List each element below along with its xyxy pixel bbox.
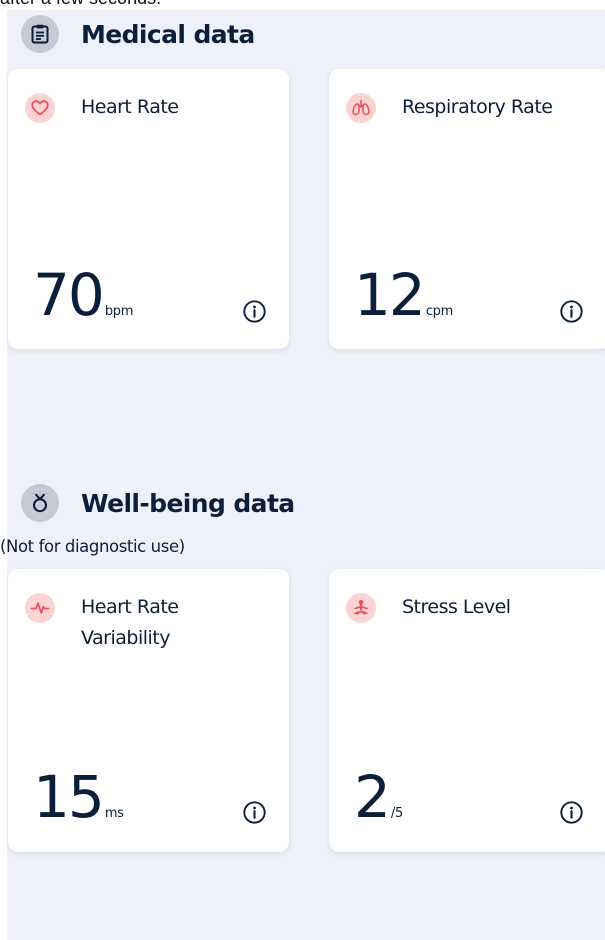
stress-level-unit: /5 bbox=[390, 806, 403, 821]
heart-rate-variability-card[interactable]: Heart Rate Variability 15 ms bbox=[8, 569, 289, 852]
heart-rate-label: Heart Rate bbox=[81, 96, 179, 118]
heart-rate-variability-info-icon[interactable] bbox=[243, 801, 266, 824]
respiratory-rate-value-row: 12 cpm bbox=[354, 266, 453, 324]
heart-rate-value: 70 bbox=[33, 261, 105, 329]
stress-level-value: 2 bbox=[354, 763, 391, 831]
heart-icon bbox=[25, 93, 55, 123]
clipped-top-text: after a few seconds. bbox=[0, 0, 161, 9]
heart-rate-variability-value-row: 15 ms bbox=[33, 768, 124, 826]
meditation-icon bbox=[346, 593, 376, 623]
lungs-icon bbox=[346, 93, 376, 123]
wellbeing-disclaimer: (Not for diagnostic use) bbox=[0, 537, 185, 556]
respiratory-rate-info-icon[interactable] bbox=[560, 300, 583, 323]
heart-rate-variability-value: 15 bbox=[33, 763, 105, 831]
heart-rate-variability-label: Heart Rate Variability bbox=[81, 592, 179, 654]
wellbeing-section-header: Well-being data bbox=[21, 484, 295, 522]
respiratory-rate-card[interactable]: Respiratory Rate 12 cpm bbox=[329, 69, 605, 349]
medical-section-title: Medical data bbox=[81, 19, 255, 49]
stress-level-label: Stress Level bbox=[402, 596, 511, 618]
respiratory-rate-unit: cpm bbox=[425, 304, 453, 319]
heart-rate-variability-label-line2: Variability bbox=[81, 627, 170, 649]
heart-rate-card[interactable]: Heart Rate 70 bpm bbox=[8, 69, 289, 349]
wellbeing-icon bbox=[21, 484, 59, 522]
heart-rate-value-row: 70 bpm bbox=[33, 266, 133, 324]
heart-rate-variability-label-line1: Heart Rate bbox=[81, 596, 179, 618]
stress-level-value-row: 2 /5 bbox=[354, 768, 403, 826]
heart-rate-info-icon[interactable] bbox=[243, 300, 266, 323]
stress-level-info-icon[interactable] bbox=[560, 801, 583, 824]
medical-section-header: Medical data bbox=[21, 15, 255, 53]
pulse-icon bbox=[25, 593, 55, 623]
heart-rate-unit: bpm bbox=[104, 304, 134, 319]
clipboard-icon bbox=[21, 15, 59, 53]
respiratory-rate-value: 12 bbox=[354, 261, 426, 329]
stress-level-card[interactable]: Stress Level 2 /5 bbox=[329, 569, 605, 852]
respiratory-rate-label: Respiratory Rate bbox=[402, 96, 553, 118]
wellbeing-section-title: Well-being data bbox=[81, 488, 295, 518]
heart-rate-variability-unit: ms bbox=[104, 806, 124, 821]
